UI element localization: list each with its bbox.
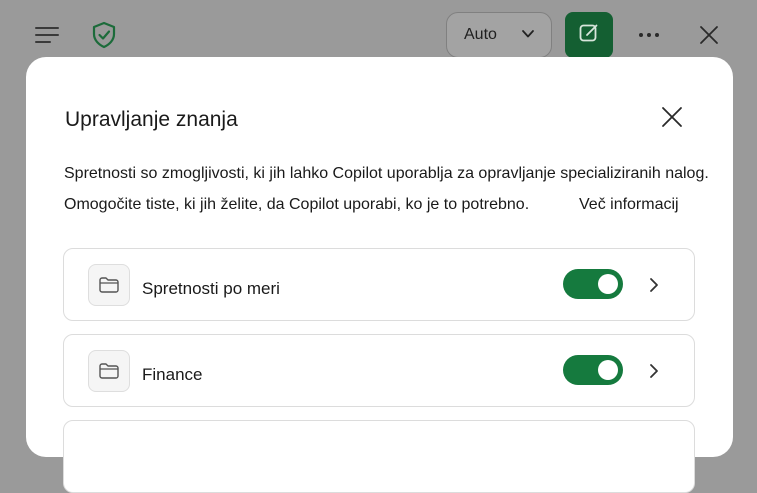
dialog-description-line-2: Omogočite tiste, ki jih želite, da Copil…	[64, 196, 530, 213]
chevron-down-icon	[521, 27, 535, 46]
dialog-title: Upravljanje znanja	[65, 108, 238, 131]
skill-toggle-switch[interactable]	[563, 269, 623, 299]
shield-check-icon[interactable]	[88, 18, 120, 52]
compose-icon	[577, 21, 601, 50]
dialog-close-icon[interactable]	[658, 103, 686, 131]
toggle-knob	[598, 360, 618, 380]
skill-card-label: Finance	[142, 365, 203, 384]
skill-card-finance[interactable]: Finance	[63, 334, 695, 407]
toggle-knob	[598, 274, 618, 294]
skill-card-label: Spretnosti po meri	[142, 279, 280, 298]
skill-card-partial[interactable]	[63, 420, 695, 493]
learn-more-link[interactable]: Več informacij	[579, 196, 679, 214]
knowledge-management-dialog: Upravljanje znanja Spretnosti so zmoglji…	[26, 57, 733, 493]
close-icon[interactable]	[694, 20, 724, 50]
folder-icon	[88, 264, 130, 306]
chevron-right-icon[interactable]	[646, 361, 662, 381]
model-selector[interactable]: Auto	[446, 12, 552, 58]
folder-icon	[88, 350, 130, 392]
model-selector-value: Auto	[464, 26, 497, 43]
skill-toggle-switch[interactable]	[563, 355, 623, 385]
more-options-icon[interactable]	[634, 22, 664, 48]
skill-card-custom[interactable]: Spretnosti po meri	[63, 248, 695, 321]
dialog-description-line-1: Spretnosti so zmogljivosti, ki jih lahko…	[64, 165, 709, 182]
new-chat-button[interactable]	[565, 12, 613, 58]
chevron-right-icon[interactable]	[646, 275, 662, 295]
hamburger-menu-icon[interactable]	[30, 18, 64, 52]
